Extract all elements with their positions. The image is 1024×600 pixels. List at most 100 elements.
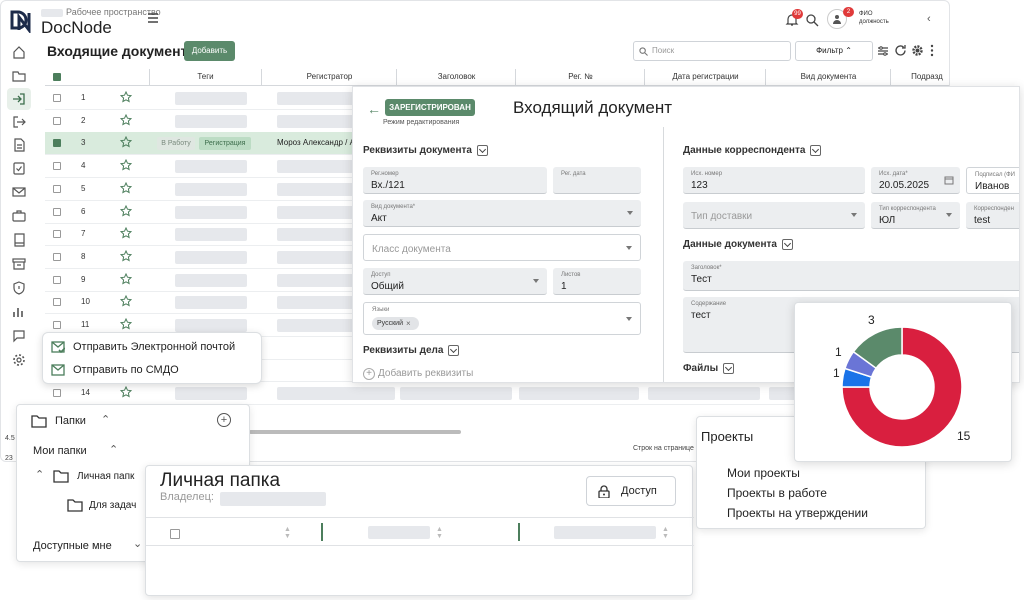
favorite-star-icon[interactable] (120, 136, 132, 148)
row-checkbox[interactable] (53, 162, 61, 171)
col-reg-date[interactable]: Дата регистрации (646, 69, 766, 85)
col-department[interactable]: Подразд (892, 69, 949, 85)
search-input[interactable]: Поиск (633, 41, 791, 61)
favorite-star-icon[interactable] (120, 295, 132, 307)
chevron-up-icon[interactable]: ⌃ (35, 468, 44, 481)
heading-field[interactable]: Заголовок* Тест (683, 261, 1019, 291)
row-checkbox[interactable] (53, 230, 61, 239)
project-item-my[interactable]: Мои проекты (727, 466, 800, 480)
task-icon[interactable] (12, 161, 26, 175)
favorite-star-icon[interactable] (120, 227, 132, 239)
chart-icon[interactable] (12, 305, 26, 319)
add-button[interactable]: Добавить (184, 41, 235, 61)
row-checkbox[interactable] (53, 275, 61, 284)
section-doc-data[interactable]: Данные документа (683, 239, 793, 250)
menu-item-send-smdo[interactable]: Отправить по СМДО (51, 360, 255, 382)
available-folders[interactable]: Доступные мне (33, 540, 112, 552)
section-doc-requisites[interactable]: Реквизиты документа (363, 145, 488, 156)
tag-chip[interactable]: Регистрация (199, 137, 251, 151)
row-checkbox[interactable] (53, 321, 61, 329)
row-checkbox[interactable] (53, 207, 61, 216)
tag-chip[interactable]: В Работу (157, 137, 195, 151)
column-header[interactable] (554, 526, 656, 539)
favorite-star-icon[interactable] (120, 272, 132, 285)
col-registrar[interactable]: Регистратор (263, 69, 397, 85)
calendar-icon[interactable] (944, 175, 954, 185)
column-resize-handle[interactable] (321, 523, 323, 541)
language-chip[interactable]: Русский (372, 317, 419, 330)
reg-date-field[interactable]: Рег. дата (553, 167, 641, 194)
outgoing-icon[interactable] (12, 115, 26, 129)
chat-icon[interactable] (12, 329, 26, 343)
back-arrow-icon[interactable]: ← (367, 101, 381, 117)
doc-class-select[interactable]: Класс документа (363, 234, 641, 261)
briefcase-icon[interactable] (12, 209, 26, 223)
select-all-checkbox[interactable] (170, 529, 180, 539)
menu-icon[interactable] (146, 11, 160, 25)
favorite-star-icon[interactable] (120, 113, 132, 126)
horizontal-scrollbar[interactable] (249, 430, 461, 434)
section-case-requisites[interactable]: Реквизиты дела (363, 345, 460, 356)
mail-icon[interactable] (12, 185, 26, 199)
signed-by-field[interactable]: Подписал (ФИ Иванов (966, 167, 1019, 194)
archive-icon[interactable] (12, 257, 26, 271)
filter-button[interactable]: Фильтр ⌃ (795, 41, 873, 61)
add-folder-icon[interactable]: + (217, 413, 231, 427)
project-item-approval[interactable]: Проекты на утверждении (727, 506, 868, 520)
more-icon[interactable] (929, 44, 935, 57)
delivery-type-select[interactable]: Тип доставки (683, 202, 865, 229)
access-select[interactable]: Доступ Общий (363, 268, 547, 295)
column-header[interactable] (368, 526, 430, 539)
favorite-star-icon[interactable] (120, 318, 132, 330)
row-checkbox[interactable] (53, 139, 61, 148)
section-correspondent[interactable]: Данные корреспондента (683, 145, 822, 156)
row-checkbox[interactable] (53, 252, 61, 261)
reg-number-field[interactable]: Рег.номер Вх./121 (363, 167, 547, 194)
col-heading[interactable]: Заголовок (398, 69, 516, 85)
document-icon[interactable] (12, 138, 26, 152)
column-resize-handle[interactable] (518, 523, 520, 541)
favorite-star-icon[interactable] (120, 204, 132, 217)
select-all-checkbox[interactable] (53, 73, 61, 81)
out-date-field[interactable]: Исх. дата* 20.05.2025 (871, 167, 960, 194)
project-item-in-work[interactable]: Проекты в работе (727, 486, 827, 500)
settings-icon[interactable] (911, 44, 924, 57)
brand[interactable]: Рабочее пространство DocNode (9, 5, 169, 37)
column-settings-icon[interactable] (877, 45, 889, 57)
my-folders[interactable]: Мои папки (33, 445, 87, 457)
shield-icon[interactable] (12, 281, 26, 295)
add-requisites-button[interactable]: + Добавить реквизиты (363, 368, 473, 380)
row-checkbox[interactable] (53, 389, 61, 398)
correspondent-field[interactable]: Корреспонден test (966, 202, 1019, 229)
home-icon[interactable] (12, 45, 26, 59)
row-checkbox[interactable] (53, 184, 61, 193)
access-button[interactable]: Доступ (586, 476, 676, 506)
row-checkbox[interactable] (53, 116, 61, 125)
favorite-star-icon[interactable] (120, 181, 132, 194)
sheets-field[interactable]: Листов 1 (553, 268, 641, 295)
collapse-chevron-icon[interactable]: ‹ (927, 13, 931, 25)
book-icon[interactable] (12, 233, 26, 247)
languages-select[interactable]: Языки Русский (363, 302, 641, 335)
incoming-icon[interactable] (12, 92, 26, 106)
sort-icon[interactable]: ▲ ▼ (284, 526, 291, 540)
sort-icon[interactable]: ▲ ▼ (662, 526, 669, 540)
favorite-star-icon[interactable] (120, 91, 132, 103)
chevron-up-icon[interactable]: ⌃ (101, 413, 110, 426)
row-checkbox[interactable] (53, 94, 61, 102)
gear-icon[interactable] (12, 353, 26, 367)
folder-icon[interactable] (12, 69, 26, 83)
out-number-field[interactable]: Исх. номер 123 (683, 167, 865, 194)
col-reg-number[interactable]: Рег. № (517, 69, 645, 85)
row-checkbox[interactable] (53, 298, 61, 307)
section-files[interactable]: Файлы (683, 363, 735, 374)
search-icon[interactable] (805, 13, 819, 27)
sort-icon[interactable]: ▲ ▼ (436, 526, 443, 540)
corr-type-select[interactable]: Тип корреспондента ЮЛ (871, 202, 960, 229)
folders-title[interactable]: Папки (55, 415, 86, 427)
folder-personal[interactable]: Личная папк (77, 471, 134, 482)
favorite-star-icon[interactable] (120, 249, 132, 262)
favorite-star-icon[interactable] (120, 159, 132, 171)
menu-item-send-email[interactable]: Отправить Электронной почтой (51, 337, 255, 359)
chevron-up-icon[interactable]: ⌃ (109, 443, 118, 456)
